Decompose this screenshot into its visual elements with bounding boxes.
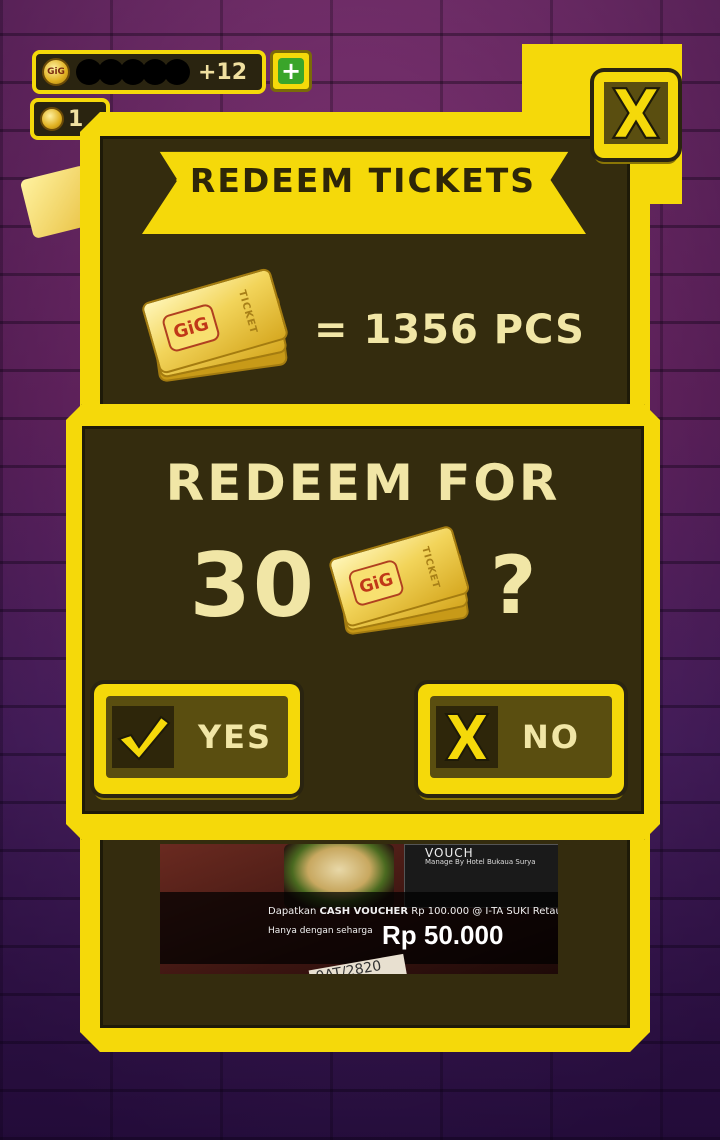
equals-sign: = <box>314 307 349 353</box>
ticket-logo: GiG <box>160 302 222 354</box>
voucher-card-title: VOUCH <box>425 846 474 860</box>
add-coins-button[interactable]: + <box>270 50 312 92</box>
voucher-subtitle: Hanya dengan seharga <box>268 926 373 936</box>
redeem-cost-row: 30 GiG TICKET ? <box>66 524 660 640</box>
voucher-description: Dapatkan CASH VOUCHER Rp 100.000 @ I-TA … <box>268 906 558 917</box>
coin-bonus-text: +12 <box>198 59 248 85</box>
coin-icon <box>40 107 64 131</box>
ticket-balance-row: GiG TICKET = 1356 PCS <box>140 266 586 390</box>
voucher-ad-banner[interactable]: VOUCH Manage By Hotel Bukaua Surya Dapat… <box>160 844 558 974</box>
coin-counter-bar: GiG +12 <box>32 50 266 94</box>
voucher-card-address: Manage By Hotel Bukaua Surya <box>425 858 536 866</box>
question-mark: ? <box>490 538 537 632</box>
close-icon <box>604 82 668 144</box>
hidden-digit <box>164 59 190 85</box>
gig-coin-icon: GiG <box>42 58 70 86</box>
redeem-heading: REDEEM FOR <box>165 454 561 512</box>
redeem-cost-value: 30 <box>189 533 317 637</box>
ticket-logo: GiG <box>347 558 406 608</box>
no-button-label: NO <box>522 718 580 756</box>
ticket-icon: GiG TICKET <box>327 524 475 636</box>
close-button[interactable] <box>594 72 678 158</box>
ticket-balance-amount: 1356 PCS <box>363 307 585 353</box>
voucher-price: Rp 50.000 <box>382 920 504 950</box>
ticket-balance-text: = 1356 PCS <box>314 307 585 353</box>
secondary-counter-value: 1 <box>68 106 84 132</box>
plus-icon: + <box>278 58 304 84</box>
ticket-word: TICKET <box>235 288 259 336</box>
checkmark-icon <box>112 706 174 768</box>
no-button[interactable]: NO <box>418 684 624 794</box>
x-icon <box>436 706 498 768</box>
ticket-icon: GiG TICKET <box>140 266 294 383</box>
panel-title: REDEEM TICKETS <box>189 160 537 200</box>
ticket-word: TICKET <box>419 545 442 590</box>
yes-button[interactable]: YES <box>94 684 300 794</box>
yes-button-label: YES <box>198 718 273 756</box>
title-ribbon: REDEEM TICKETS <box>176 152 550 208</box>
